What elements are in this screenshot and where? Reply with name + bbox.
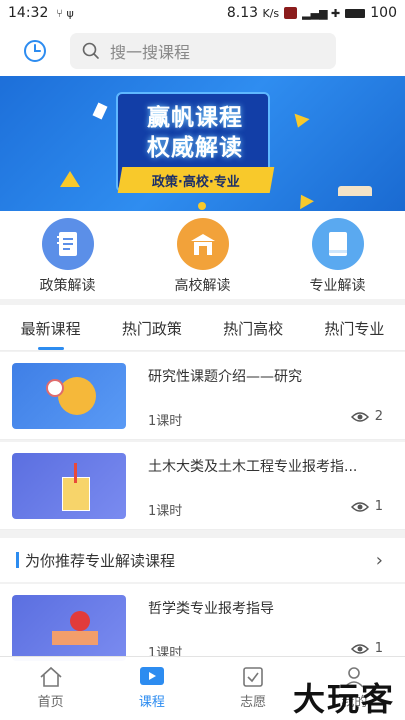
quick-link-policy[interactable]: 政策解读 bbox=[0, 211, 135, 299]
quick-links: 政策解读 高校解读 专业解读 bbox=[0, 211, 405, 299]
decor-triangle bbox=[60, 171, 80, 187]
battery-level: 100 bbox=[370, 5, 397, 21]
course-thumbnail bbox=[12, 363, 126, 429]
nav-volunteer[interactable]: 志愿 bbox=[203, 657, 304, 720]
eye-icon bbox=[350, 501, 369, 512]
book-icon bbox=[311, 218, 364, 270]
banner-title-1: 赢帆课程 bbox=[147, 105, 243, 131]
tab-hot-college[interactable]: 热门高校 bbox=[203, 305, 304, 350]
course-item[interactable]: 土木大类及土木工程专业报考指... 1课时 1 bbox=[0, 442, 405, 530]
speed-unit: K/s bbox=[262, 7, 280, 20]
course-item[interactable]: 研究性课题介绍——研究 1课时 2 bbox=[0, 352, 405, 440]
nav-label: 首页 bbox=[37, 695, 64, 710]
nav-home[interactable]: 首页 bbox=[0, 657, 101, 720]
course-thumbnail bbox=[12, 453, 126, 519]
banner-title-2: 权威解读 bbox=[147, 135, 243, 161]
watermark-logo: 大玩客 bbox=[292, 680, 395, 718]
nav-label: 志愿 bbox=[240, 695, 267, 710]
quick-link-label: 高校解读 bbox=[174, 278, 231, 294]
search-input[interactable]: 搜一搜课程 bbox=[70, 33, 336, 69]
decor-paper bbox=[92, 102, 108, 120]
tab-hot-major[interactable]: 热门专业 bbox=[304, 305, 405, 350]
course-views: 1 bbox=[350, 641, 383, 656]
status-bar: 14:32 ⑂ ψ 8.13 K/s ▂▄▆ ✚ 100 bbox=[0, 0, 405, 26]
course-views: 1 bbox=[350, 499, 383, 514]
search-icon bbox=[82, 42, 99, 59]
status-time: 14:32 bbox=[8, 5, 49, 21]
usb-icon: ⑂ ψ bbox=[56, 6, 74, 20]
eye-icon bbox=[350, 643, 369, 654]
home-icon bbox=[40, 666, 62, 687]
tab-hot-policy[interactable]: 热门政策 bbox=[101, 305, 202, 350]
atom-icon bbox=[46, 379, 64, 397]
quick-link-major[interactable]: 专业解读 bbox=[270, 211, 405, 299]
nav-courses[interactable]: 课程 bbox=[101, 657, 202, 720]
banner-ribbon: 政策·高校·专业 bbox=[117, 167, 275, 193]
school-gate-icon bbox=[176, 218, 229, 270]
battery-icon bbox=[345, 8, 366, 18]
chevron-right-icon[interactable]: › bbox=[376, 550, 383, 571]
decor-book-icon bbox=[338, 186, 372, 196]
apple-icon bbox=[70, 611, 90, 631]
quick-link-label: 专业解读 bbox=[309, 278, 366, 294]
app-header: 搜一搜课程 bbox=[0, 26, 405, 76]
course-hours: 1课时 bbox=[148, 414, 183, 429]
course-title: 土木大类及土木工程专业报考指... bbox=[148, 459, 358, 475]
checklist-icon bbox=[243, 667, 263, 687]
course-tabs: 最新课程 热门政策 热门高校 热门专业 bbox=[0, 305, 405, 351]
tab-latest[interactable]: 最新课程 bbox=[0, 305, 101, 350]
section-accent-bar bbox=[16, 552, 19, 568]
nav-label: 课程 bbox=[138, 695, 165, 710]
search-placeholder: 搜一搜课程 bbox=[110, 43, 191, 62]
signal-icon: ▂▄▆ ✚ bbox=[302, 6, 341, 20]
decor-triangle bbox=[294, 190, 314, 210]
quick-link-college[interactable]: 高校解读 bbox=[135, 211, 270, 299]
course-title: 研究性课题介绍——研究 bbox=[148, 369, 302, 385]
carousel-indicator bbox=[198, 202, 206, 210]
course-thumbnail bbox=[12, 595, 126, 661]
section-title: 为你推荐专业解读课程 bbox=[25, 551, 176, 570]
network-speed: 8.13 K/s bbox=[226, 5, 280, 21]
course-views: 2 bbox=[350, 409, 383, 424]
books-icon bbox=[52, 631, 98, 645]
history-button[interactable] bbox=[0, 26, 70, 76]
play-icon bbox=[139, 667, 164, 685]
eye-icon bbox=[350, 411, 369, 422]
course-hours: 1课时 bbox=[148, 504, 183, 519]
decor-triangle bbox=[290, 113, 310, 131]
course-title: 哲学类专业报考指导 bbox=[148, 601, 274, 617]
quick-link-label: 政策解读 bbox=[39, 278, 96, 294]
clock-icon bbox=[24, 40, 46, 62]
crane-icon bbox=[74, 463, 77, 483]
recommend-section-header[interactable]: 为你推荐专业解读课程 › bbox=[0, 538, 405, 582]
microscope-icon bbox=[58, 377, 96, 415]
app-notification-icon bbox=[284, 7, 298, 19]
notebook-icon bbox=[41, 218, 94, 270]
promo-banner[interactable]: 赢帆课程 权威解读 政策·高校·专业 bbox=[0, 76, 405, 211]
